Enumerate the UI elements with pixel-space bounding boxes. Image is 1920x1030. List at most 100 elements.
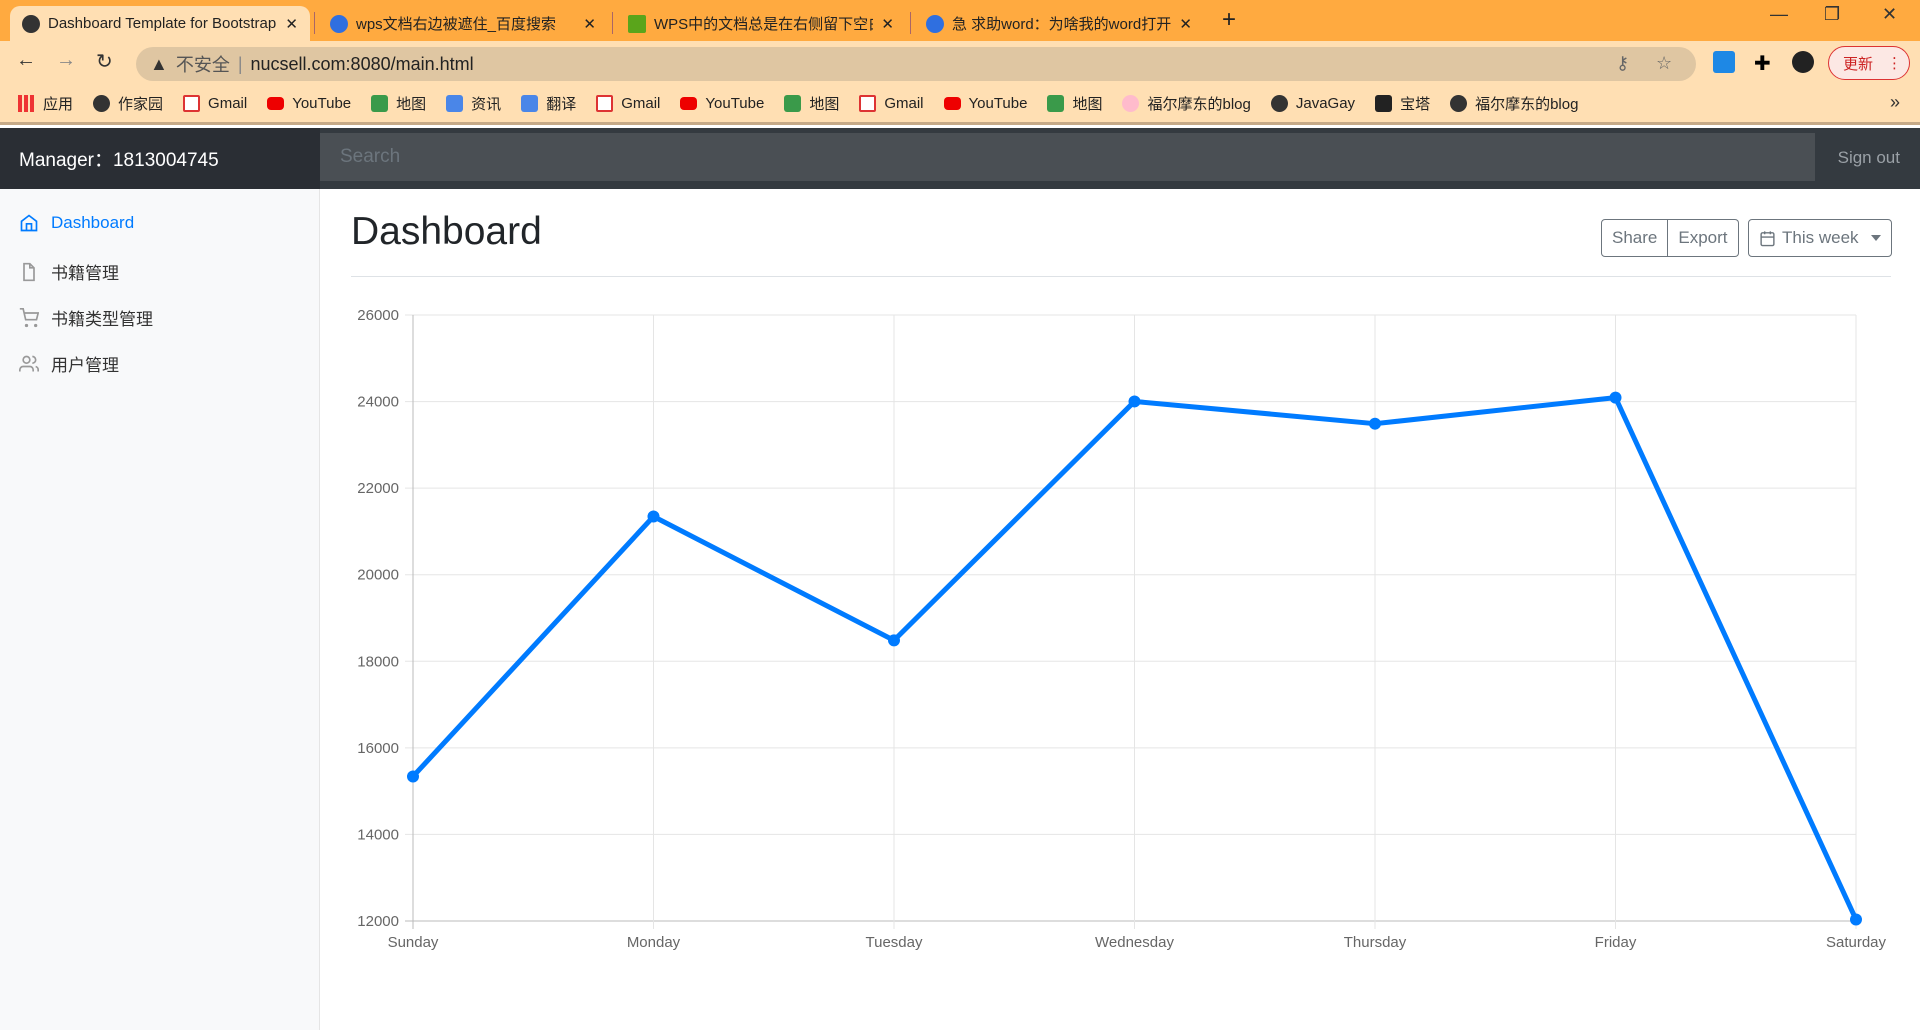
y-tick-label: 14000	[357, 826, 399, 843]
reload-icon[interactable]: ↻	[96, 49, 113, 74]
key-icon[interactable]: ⚷	[1616, 53, 1629, 74]
chevron-down-icon	[1870, 235, 1881, 241]
bookmark[interactable]: Gmail	[183, 95, 247, 112]
x-tick-label: Tuesday	[866, 934, 923, 951]
bookmark[interactable]: YouTube	[267, 95, 351, 112]
forward-icon[interactable]: →	[56, 49, 76, 72]
profile-icon[interactable]	[1792, 51, 1814, 73]
more-bookmarks-icon[interactable]: »	[1890, 92, 1900, 113]
bookmark[interactable]: Gmail	[596, 95, 660, 112]
browser-tab[interactable]: 急 求助word：为啥我的word打开 ✕	[914, 6, 1204, 41]
y-tick-label: 12000	[357, 913, 399, 930]
bookmark[interactable]: Gmail	[859, 95, 924, 112]
bookmark[interactable]: YouTube	[680, 95, 764, 112]
bookmark-label: 翻译	[546, 96, 577, 113]
close-tab-icon[interactable]: ✕	[881, 15, 894, 33]
data-point	[1369, 417, 1381, 430]
y-tick-label: 18000	[357, 653, 399, 670]
gm-icon	[183, 95, 201, 112]
bookmark[interactable]: 地图	[371, 93, 426, 114]
bookmark[interactable]: 翻译	[521, 93, 576, 114]
shopping-cart-icon	[19, 307, 39, 327]
top-navbar: Manager：1813004745 Sign out	[0, 128, 1920, 189]
map-icon	[1047, 95, 1065, 112]
data-point	[1609, 391, 1622, 404]
bookmark[interactable]: 地图	[1047, 93, 1102, 114]
close-tab-icon[interactable]: ✕	[583, 15, 596, 33]
bookmark-label: 作家园	[118, 96, 164, 113]
y-tick-label: 26000	[357, 307, 399, 324]
data-point	[1850, 913, 1862, 926]
url-bar[interactable]: ▲ 不安全 | nucsell.com:8080/main.html ⚷ ☆	[136, 47, 1696, 81]
page-title: Dashboard	[351, 210, 542, 253]
file-icon	[23, 262, 35, 281]
globe-icon	[1270, 95, 1288, 112]
tab-title: 急 求助word：为啥我的word打开	[952, 16, 1172, 33]
x-tick-label: Wednesday	[1095, 934, 1174, 951]
bookmark[interactable]: 地图	[784, 93, 839, 114]
bookmark-label: YouTube	[292, 95, 352, 112]
bookmark-label: 地图	[1072, 96, 1103, 113]
bookmark-label: JavaGay	[1295, 95, 1356, 112]
yt-icon	[680, 97, 698, 110]
bookmark-label: Gmail	[884, 95, 924, 112]
brand[interactable]: Manager：1813004745	[0, 128, 320, 189]
extension-icon[interactable]	[1713, 51, 1735, 73]
sidebar-item-label: Dashboard	[51, 213, 135, 232]
address-bar-row: ← → ↻ ▲ 不安全 | nucsell.com:8080/main.html…	[0, 41, 1920, 85]
export-button[interactable]: Export	[1668, 219, 1739, 257]
data-point	[1128, 395, 1141, 408]
close-window-button[interactable]: ✕	[1882, 4, 1897, 25]
sidebar-item-users[interactable]: 用户管理	[19, 351, 119, 376]
y-tick-label: 20000	[357, 567, 399, 584]
tab-separator	[612, 12, 613, 34]
update-button[interactable]: 更新 ⋮	[1828, 46, 1910, 80]
bookmark[interactable]: 应用	[18, 93, 73, 114]
bookmark[interactable]: 资讯	[446, 93, 501, 114]
tab-separator	[314, 12, 315, 34]
browser-tab[interactable]: wps文档右边被遮住_百度搜索 ✕	[318, 6, 608, 41]
bt-icon	[1375, 95, 1393, 112]
puzzle-icon[interactable]: ✚	[1754, 51, 1776, 75]
period-dropdown[interactable]: This week	[1748, 219, 1892, 257]
share-button[interactable]: Share	[1601, 219, 1669, 257]
bookmark[interactable]: 宝塔	[1375, 93, 1430, 114]
url-text: nucsell.com:8080/main.html	[250, 53, 474, 74]
sidebar-item-label: 用户管理	[51, 356, 119, 375]
globe-icon	[1450, 95, 1468, 112]
security-label: 不安全	[175, 55, 230, 75]
back-icon[interactable]: ←	[16, 49, 36, 72]
yt-icon	[943, 97, 961, 110]
bookmark[interactable]: JavaGay	[1270, 95, 1356, 112]
tab-strip: Dashboard Template for Bootstrap ✕ wps文档右边…	[0, 0, 1920, 41]
close-tab-icon[interactable]: ✕	[1179, 15, 1192, 33]
sidebar-item-books[interactable]: 书籍管理	[19, 259, 119, 284]
x-tick-label: Thursday	[1344, 934, 1407, 951]
bookmark[interactable]: 作家园	[93, 93, 163, 114]
wps-icon	[628, 14, 646, 33]
bookmark-label: 应用	[43, 96, 74, 113]
bookmark[interactable]: 福尔摩东的blog	[1450, 93, 1578, 114]
bookmark-label: Gmail	[208, 95, 248, 112]
new-tab-button[interactable]: +	[1222, 6, 1236, 34]
bookmark[interactable]: YouTube	[943, 95, 1028, 112]
sidebar-item-dashboard[interactable]: Dashboard	[19, 213, 134, 233]
news-icon	[521, 95, 539, 112]
sidebar-item-book-types[interactable]: 书籍类型管理	[19, 305, 153, 330]
sidebar-item-label: 书籍类型管理	[51, 310, 153, 329]
close-tab-icon[interactable]: ✕	[285, 15, 298, 33]
restore-button[interactable]: ❐	[1824, 4, 1840, 25]
x-tick-label: Sunday	[388, 934, 439, 951]
browser-tab[interactable]: WPS中的文档总是在右侧留下空白 ✕	[616, 6, 906, 41]
y-tick-label: 16000	[357, 740, 399, 757]
bookmark[interactable]: 福尔摩东的blog	[1122, 93, 1251, 114]
search-input[interactable]	[320, 133, 1815, 181]
sign-out-link[interactable]: Sign out	[1838, 148, 1900, 168]
star-icon[interactable]: ☆	[1656, 53, 1672, 74]
bookmark-label: YouTube	[968, 95, 1028, 112]
baidu-icon	[926, 14, 944, 33]
bookmark-label: 地图	[396, 96, 427, 113]
browser-tab[interactable]: Dashboard Template for Bootstrap ✕	[10, 6, 310, 41]
minimize-button[interactable]: —	[1770, 4, 1788, 25]
title-divider	[351, 276, 1891, 277]
